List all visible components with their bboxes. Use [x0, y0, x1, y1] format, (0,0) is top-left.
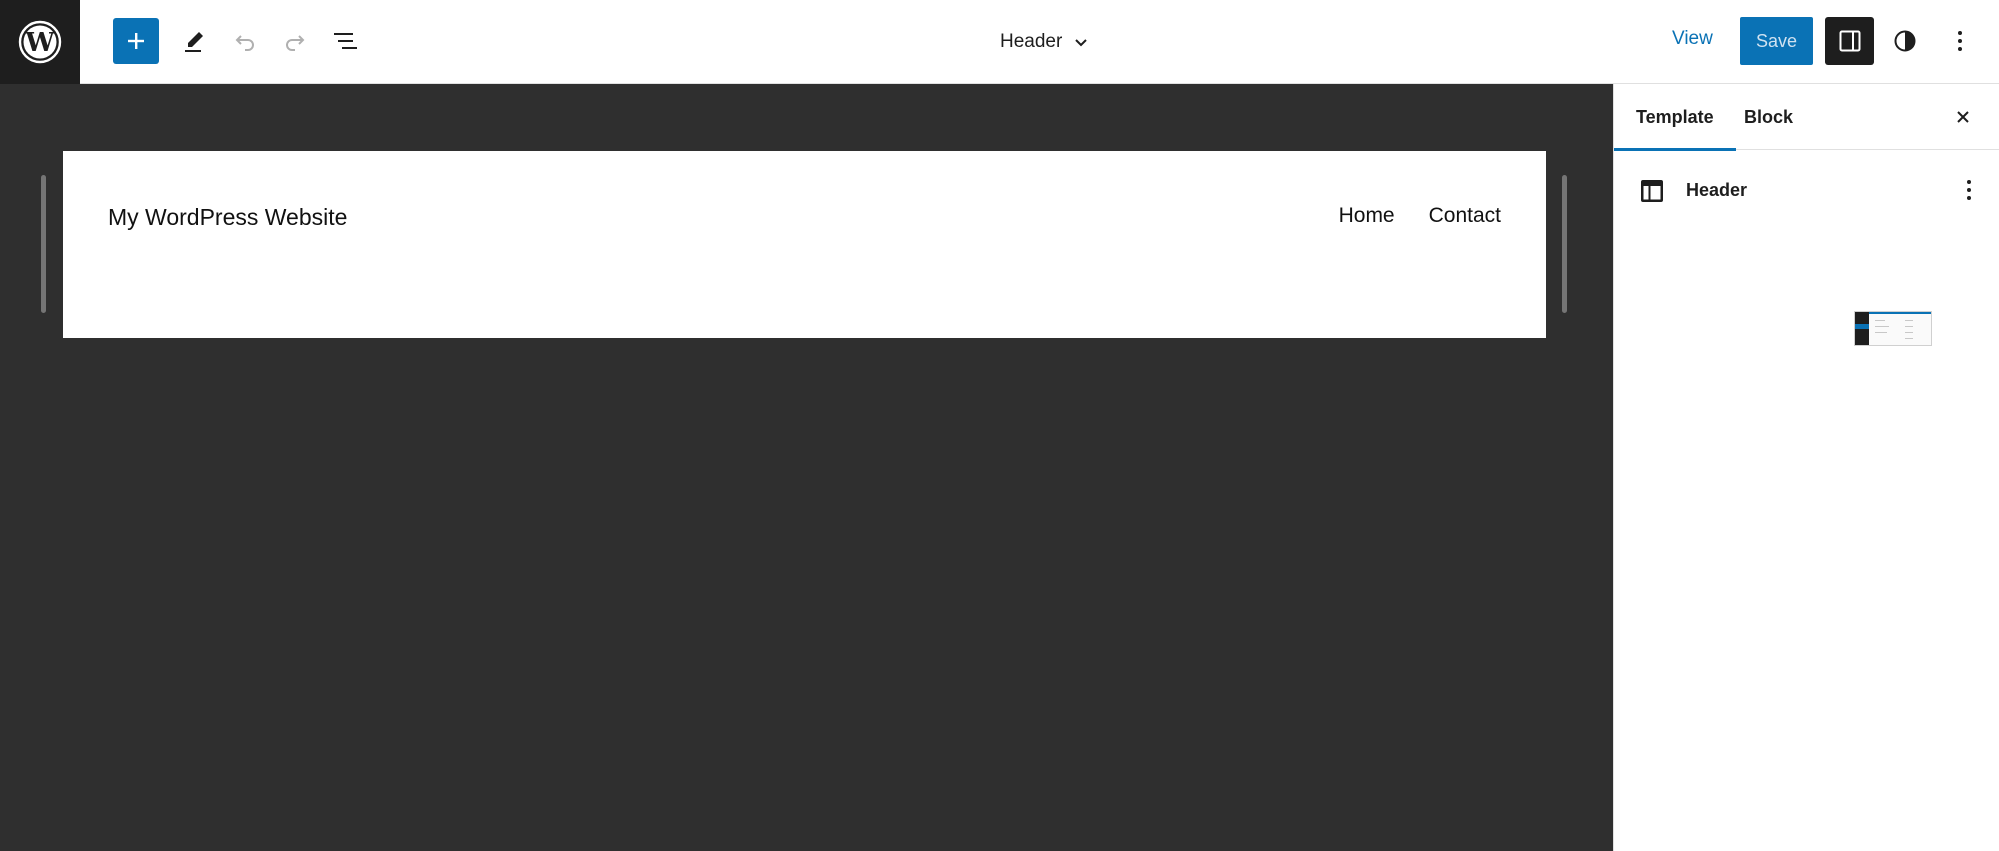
template-card: Header: [1614, 172, 1999, 208]
thumbnail-topbar: [1869, 312, 1931, 314]
view-button[interactable]: View: [1672, 28, 1713, 50]
top-toolbar: W Header View Save: [0, 0, 1999, 84]
close-icon: [1957, 111, 1969, 123]
wordpress-icon: W: [18, 20, 62, 64]
thumbnail-accent: [1855, 324, 1869, 329]
vertical-ellipsis-icon: [1958, 31, 1962, 51]
thumbnail-sidebar: [1855, 312, 1869, 345]
nav-item-home[interactable]: Home: [1339, 204, 1395, 228]
save-button[interactable]: Save: [1740, 17, 1813, 65]
redo-button[interactable]: [272, 18, 318, 64]
site-title[interactable]: My WordPress Website: [108, 204, 347, 231]
tab-block-label: Block: [1744, 106, 1794, 127]
redo-icon: [286, 35, 305, 51]
vertical-ellipsis-icon: [1967, 180, 1971, 200]
list-view-button[interactable]: [322, 18, 368, 64]
template-preview-thumbnail: [1854, 311, 1932, 346]
tab-block[interactable]: Block: [1722, 84, 1815, 150]
tab-template[interactable]: Template: [1614, 84, 1736, 151]
editor-canvas: My WordPress Website Home Contact: [0, 84, 1613, 851]
add-block-button[interactable]: [113, 18, 159, 64]
options-button[interactable]: [1936, 17, 1984, 65]
undo-icon: [235, 35, 254, 51]
thumbnail-line: [1875, 332, 1887, 333]
template-options-button[interactable]: [1952, 172, 1986, 208]
nav-item-contact[interactable]: Contact: [1429, 204, 1501, 228]
chevron-down-icon: [1075, 39, 1088, 47]
resize-handle-right[interactable]: [1562, 175, 1567, 313]
settings-toggle-button[interactable]: [1825, 17, 1874, 65]
half-circle-icon: [1894, 30, 1916, 52]
document-title-dropdown[interactable]: Header: [1000, 24, 1090, 60]
thumbnail-line: [1905, 320, 1913, 321]
resize-handle-left[interactable]: [41, 175, 46, 313]
document-title: Header: [1000, 31, 1063, 52]
thumbnail-line: [1905, 326, 1913, 327]
styles-button[interactable]: [1881, 17, 1929, 65]
template-part-preview[interactable]: My WordPress Website Home Contact: [63, 151, 1546, 338]
site-editor: W Header View Save My WordPress Website …: [0, 0, 1999, 851]
wordpress-logo-button[interactable]: W: [0, 0, 80, 84]
plus-icon: [128, 33, 144, 49]
thumbnail-line: [1875, 320, 1885, 321]
pencil-icon: [185, 32, 203, 52]
layout-icon: [1641, 180, 1663, 202]
navigation: Home Contact: [1339, 204, 1501, 228]
sidebar-panel-icon: [1839, 30, 1860, 52]
tools-button[interactable]: [172, 18, 218, 64]
sidebar-tabs: Template Block: [1614, 84, 1999, 151]
thumbnail-line: [1905, 332, 1913, 333]
thumbnail-line: [1875, 326, 1889, 327]
svg-text:W: W: [24, 28, 55, 58]
list-view-icon: [334, 33, 357, 49]
thumbnail-line: [1905, 338, 1913, 339]
close-sidebar-button[interactable]: [1943, 97, 1983, 137]
undo-button[interactable]: [222, 18, 268, 64]
template-name: Header: [1686, 180, 1748, 200]
settings-sidebar: Template Block Header: [1613, 84, 1999, 851]
